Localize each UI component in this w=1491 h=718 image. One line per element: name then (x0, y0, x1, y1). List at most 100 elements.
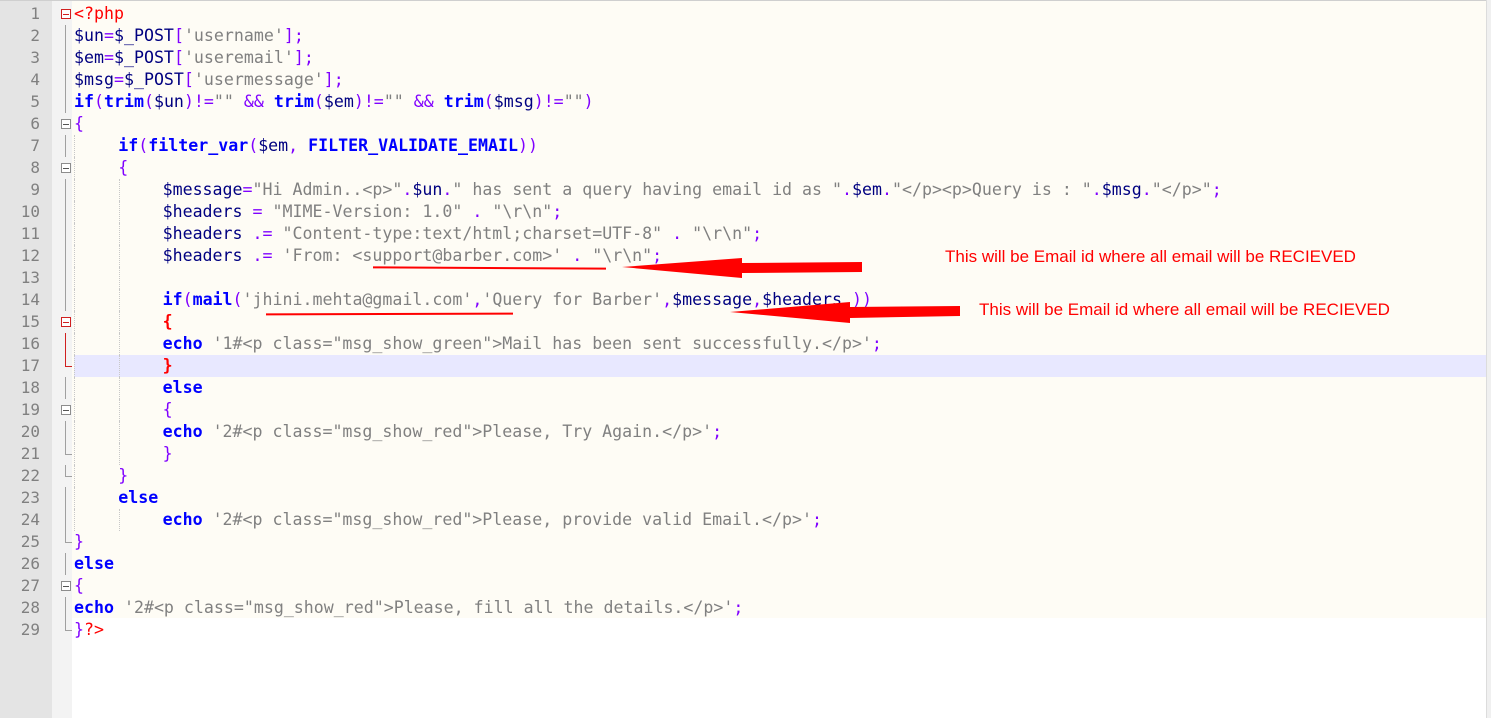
code-token: $em (258, 136, 289, 155)
code-token: ]; (283, 26, 304, 45)
fold-toggle-icon[interactable] (61, 581, 71, 591)
code-token: ; (1211, 180, 1222, 199)
code-text[interactable]: echo '1#<p class="msg_show_green">Mail h… (74, 333, 1487, 355)
code-line[interactable]: 21} (0, 443, 1487, 465)
code-token: { (162, 312, 173, 331)
vertical-scrollbar[interactable] (1486, 0, 1491, 718)
code-line[interactable]: 20 echo '2#<p class="msg_show_red">Please… (0, 421, 1487, 443)
code-line[interactable]: 9 $message="Hi Admin..<p>".$un." has sent… (0, 179, 1487, 201)
code-line[interactable]: 3 $em=$_POST['useremail']; (0, 47, 1487, 69)
code-token: ?> (84, 620, 104, 639)
code-token: 'jhini.mehta@gmail.com' (242, 290, 473, 309)
code-line[interactable]: 27 { (0, 575, 1487, 597)
indent-guide (74, 289, 76, 311)
code-text[interactable]: } (74, 465, 1487, 487)
code-line[interactable]: 26 else (0, 553, 1487, 575)
code-line[interactable]: 25} (0, 531, 1487, 553)
indent-guide (74, 135, 76, 157)
code-line[interactable]: 6{ (0, 113, 1487, 135)
code-line[interactable]: 8{ (0, 157, 1487, 179)
code-text[interactable]: }?> (74, 619, 1487, 641)
code-line[interactable]: 1 <?php (0, 3, 1487, 25)
code-token: $msg (74, 70, 114, 89)
code-text[interactable]: echo '2#<p class="msg_show_red">Please, … (74, 597, 1487, 619)
code-line[interactable]: 19 { (0, 399, 1487, 421)
code-text[interactable]: $msg=$_POST['usermessage']; (74, 69, 1487, 91)
code-text[interactable]: $headers = "MIME-Version: 1.0" . "\r\n"; (74, 201, 1487, 223)
code-text[interactable]: { (74, 113, 1487, 135)
code-text[interactable] (74, 267, 1487, 289)
code-token: .= (242, 224, 283, 243)
indent-guide (74, 399, 76, 421)
line-number: 20 (20, 422, 40, 441)
code-token: $headers (162, 202, 243, 221)
editor-top-border (0, 0, 1491, 1)
code-token: { (74, 576, 84, 595)
code-line[interactable]: 2 $un=$_POST['username']; (0, 25, 1487, 47)
indent-guide (74, 245, 76, 267)
code-token: )) (517, 136, 538, 155)
code-line[interactable]: 17} (0, 355, 1487, 377)
fold-line (65, 509, 66, 531)
code-line[interactable]: 5 if(trim($un)!="" && trim($em)!="" && tr… (0, 91, 1487, 113)
code-text[interactable]: $un=$_POST['username']; (74, 25, 1487, 47)
fold-toggle-icon[interactable] (61, 119, 71, 129)
code-token: '2#<p class="msg_show_red">Please, fill … (123, 598, 734, 617)
code-token: echo (162, 510, 203, 529)
code-text[interactable]: { (74, 399, 1487, 421)
code-token: else (162, 378, 203, 397)
code-text[interactable]: { (74, 157, 1487, 179)
line-number: 7 (30, 136, 40, 155)
code-line[interactable]: 7 if(filter_var($em, FILTER_VALIDATE_EMAI… (0, 135, 1487, 157)
code-line[interactable]: 23 else (0, 487, 1487, 509)
code-line[interactable]: 13 (0, 267, 1487, 289)
code-text[interactable]: else (74, 487, 1487, 509)
code-text[interactable]: <?php (74, 3, 1487, 25)
code-line[interactable]: 22} (0, 465, 1487, 487)
fold-toggle-icon[interactable] (61, 405, 71, 415)
code-text[interactable]: echo '2#<p class="msg_show_red">Please, … (74, 509, 1487, 531)
code-text[interactable]: } (74, 355, 1487, 377)
code-text[interactable]: else (74, 553, 1487, 575)
code-text[interactable]: else (74, 377, 1487, 399)
code-token: "" (383, 92, 404, 111)
code-text[interactable]: $headers .= "Content-type:text/html;char… (74, 223, 1487, 245)
code-token: , (472, 290, 483, 309)
annotation-note-receive-1: This will be Email id where all email wi… (945, 247, 1356, 266)
code-line[interactable]: 10 $headers = "MIME-Version: 1.0" . "\r\n… (0, 201, 1487, 223)
line-number: 3 (30, 48, 40, 67)
fold-toggle-icon[interactable] (61, 317, 71, 327)
line-number: 18 (20, 378, 40, 397)
code-text[interactable]: } (74, 531, 1487, 553)
code-line[interactable]: 16 echo '1#<p class="msg_show_green">Mail… (0, 333, 1487, 355)
code-line[interactable]: 18 else (0, 377, 1487, 399)
code-line[interactable]: 29}?> (0, 619, 1487, 641)
code-text[interactable]: if(filter_var($em, FILTER_VALIDATE_EMAIL… (74, 135, 1487, 157)
code-text[interactable]: $message="Hi Admin..<p>".$un." has sent … (74, 179, 1487, 201)
line-number: 12 (20, 246, 40, 265)
fold-toggle-icon[interactable] (61, 9, 71, 19)
code-text[interactable]: if(trim($un)!="" && trim($em)!="" && tri… (74, 91, 1487, 113)
code-editor[interactable]: 1 <?php 2 $un=$_POST['username']; 3 $em=$_POS… (0, 0, 1491, 718)
code-line[interactable]: 11 $headers .= "Content-type:text/html;ch… (0, 223, 1487, 245)
fold-line (65, 223, 66, 245)
code-text[interactable]: echo '2#<p class="msg_show_red">Please, … (74, 421, 1487, 443)
code-token: "MIME-Version: 1.0" (272, 202, 463, 221)
code-token: FILTER_VALIDATE_EMAIL (308, 136, 518, 155)
code-token: mail (192, 290, 233, 309)
indent-guide (118, 421, 120, 443)
indent-guide (118, 443, 120, 465)
indent-guide (118, 377, 120, 399)
code-line[interactable]: 24 echo '2#<p class="msg_show_red">Please… (0, 509, 1487, 531)
code-line[interactable]: 28 echo '2#<p class="msg_show_red">Please… (0, 597, 1487, 619)
code-text[interactable]: } (74, 443, 1487, 465)
code-line[interactable]: 4 $msg=$_POST['usermessage']; (0, 69, 1487, 91)
code-text[interactable]: $em=$_POST['useremail']; (74, 47, 1487, 69)
line-number: 19 (20, 400, 40, 419)
code-token: = (103, 48, 114, 67)
fold-toggle-icon[interactable] (61, 163, 71, 173)
code-text[interactable]: { (74, 575, 1487, 597)
code-token: " has sent a query having email id as " (452, 180, 842, 199)
indent-guide (74, 377, 76, 399)
